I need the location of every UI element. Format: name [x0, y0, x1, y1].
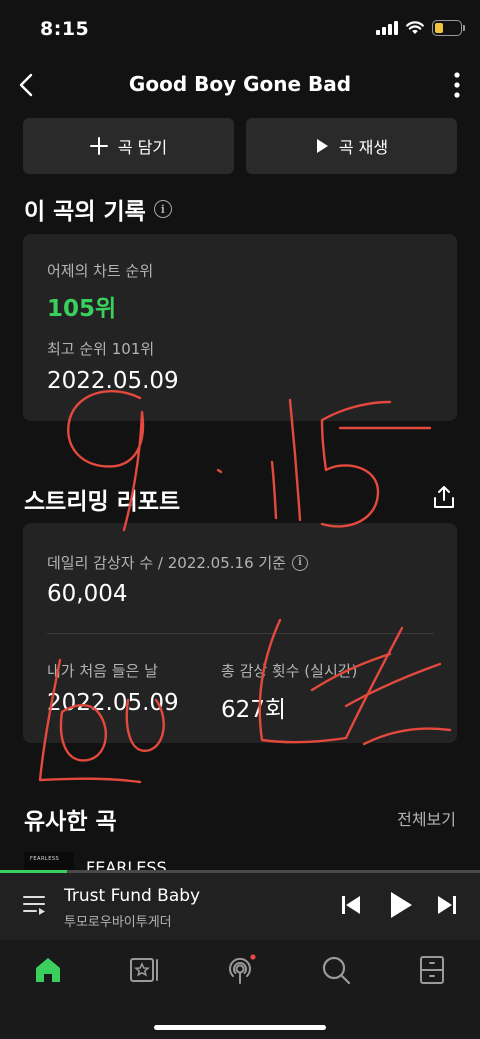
- status-bar: 8:15: [0, 0, 480, 60]
- info-icon[interactable]: i: [291, 554, 308, 571]
- add-to-playlist-button[interactable]: 곡 담기: [23, 118, 234, 174]
- peak-rank-label: 최고 순위 101위: [47, 340, 155, 358]
- wifi-icon: [406, 21, 424, 34]
- home-indicator: [154, 1025, 326, 1030]
- signal-icon: [376, 21, 398, 35]
- info-icon[interactable]: i: [153, 200, 172, 218]
- yesterday-rank-value: 105위: [47, 296, 117, 322]
- peak-rank-date: 2022.05.09: [47, 368, 179, 394]
- first-listen-label: 내가 처음 들은 날: [47, 662, 158, 680]
- yesterday-rank-label: 어제의 차트 순위: [47, 262, 154, 280]
- home-icon[interactable]: [32, 954, 64, 986]
- plus-icon: [89, 137, 108, 155]
- page-title: Good Boy Gone Bad: [128, 72, 352, 96]
- share-icon[interactable]: [432, 484, 456, 510]
- album-art-text: FEARLESS: [30, 856, 60, 862]
- library-icon[interactable]: [128, 954, 160, 986]
- divider: [47, 633, 434, 634]
- now-playing-artist: 투모로우바이투게더: [64, 915, 172, 930]
- podcast-icon[interactable]: [224, 954, 256, 986]
- list-item[interactable]: FEARLESS FEARLESS: [0, 848, 480, 872]
- similar-title: 유사한 곡: [24, 809, 117, 835]
- playback-progress-fill: [0, 870, 68, 873]
- history-card: 어제의 차트 순위 105위 최고 순위 101위 2022.05.09: [23, 234, 457, 421]
- play-button-label: 곡 재생: [338, 138, 389, 157]
- first-listen-value: 2022.05.09: [47, 690, 179, 716]
- mini-player[interactable]: Trust Fund Baby 투모로우바이투게더: [0, 870, 480, 940]
- bottom-nav: [0, 940, 480, 1039]
- more-options-icon[interactable]: [452, 70, 462, 100]
- total-plays-value: 627회: [221, 697, 287, 723]
- battery-icon: [432, 20, 465, 36]
- daily-listeners-label: 데일리 감상자 수 / 2022.05.16 기준: [47, 554, 286, 572]
- status-icons: [376, 20, 465, 36]
- status-time: 8:15: [40, 18, 90, 40]
- search-icon[interactable]: [320, 954, 352, 986]
- play-song-button[interactable]: 곡 재생: [246, 118, 457, 174]
- daily-listeners-value: 60,004: [47, 581, 128, 607]
- previous-track-icon[interactable]: [340, 894, 362, 916]
- total-plays-label: 총 감상 횟수 (실시간): [221, 662, 358, 680]
- play-icon: [316, 139, 328, 153]
- similar-section-title: 유사한 곡: [24, 802, 117, 836]
- history-title: 이 곡의 기록: [24, 199, 146, 225]
- play-pause-icon[interactable]: [388, 890, 414, 920]
- daily-listeners-row: 데일리 감상자 수 / 2022.05.16 기준 i: [47, 552, 308, 573]
- now-playing-title: Trust Fund Baby: [64, 886, 201, 906]
- queue-icon[interactable]: [22, 894, 48, 916]
- add-button-label: 곡 담기: [117, 138, 168, 157]
- storage-icon[interactable]: [416, 954, 448, 986]
- streaming-card: 데일리 감상자 수 / 2022.05.16 기준 i 60,004 내가 처음…: [23, 523, 457, 743]
- see-all-link[interactable]: 전체보기: [397, 806, 456, 830]
- playback-progress-bar: [0, 870, 480, 873]
- header: Good Boy Gone Bad: [0, 58, 480, 112]
- history-section-title: 이 곡의 기록 i: [24, 192, 172, 226]
- album-art: FEARLESS: [24, 852, 74, 872]
- next-track-icon[interactable]: [436, 894, 458, 916]
- streaming-title: 스트리밍 리포트: [24, 489, 181, 515]
- streaming-section-title: 스트리밍 리포트: [24, 482, 180, 516]
